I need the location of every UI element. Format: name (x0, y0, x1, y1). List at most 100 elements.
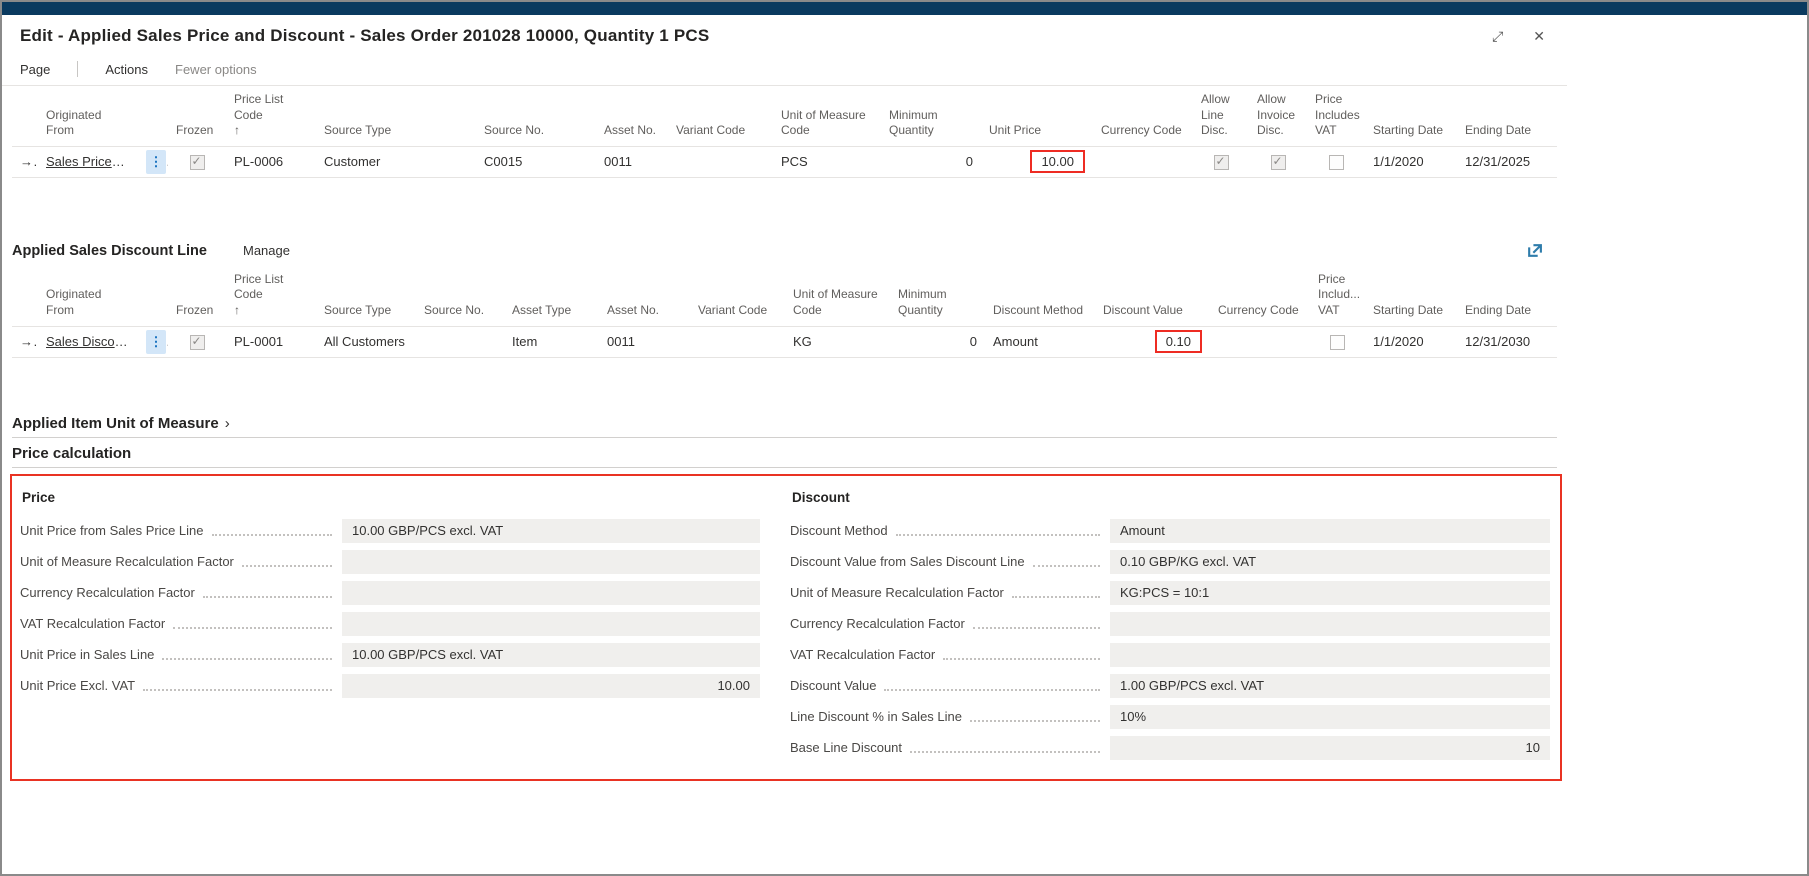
col-currency-code[interactable]: Currency Code (1210, 266, 1310, 326)
col-source-no[interactable]: Source No. (476, 86, 596, 146)
sales-discount-grid: Originated From Frozen Price List Code↑ … (12, 266, 1557, 358)
row-menu-button[interactable]: ⋮ (146, 150, 166, 174)
field-uom-recalculation-factor: Unit of Measure Recalculation Factor (20, 550, 760, 574)
unit-price-highlight: 10.00 (1030, 150, 1085, 173)
col-currency-code[interactable]: Currency Code (1093, 86, 1193, 146)
field-value[interactable] (1110, 643, 1550, 667)
field-value[interactable]: 10.00 (342, 674, 760, 698)
field-value[interactable]: KG:PCS = 10:1 (1110, 581, 1550, 605)
field-label: VAT Recalculation Factor (790, 647, 935, 662)
col-source-no[interactable]: Source No. (416, 266, 504, 326)
field-value[interactable]: 10% (1110, 705, 1550, 729)
col-originated-from[interactable]: Originated From (38, 86, 138, 146)
field-label: Currency Recalculation Factor (790, 616, 965, 631)
dotted-leader (212, 534, 332, 536)
field-value[interactable]: 10.00 GBP/PCS excl. VAT (342, 519, 760, 543)
field-label: Unit Price in Sales Line (20, 647, 154, 662)
menu-page[interactable]: Page (20, 62, 50, 77)
field-vat-recalculation-factor: VAT Recalculation Factor (20, 612, 760, 636)
field-value[interactable] (1110, 612, 1550, 636)
col-variant-code[interactable]: Variant Code (668, 86, 773, 146)
col-variant-code[interactable]: Variant Code (690, 266, 785, 326)
originated-from-link[interactable]: Sales Prices List (46, 154, 138, 169)
col-originated-from[interactable]: Originated From (38, 266, 138, 326)
col-price-list-code[interactable]: Price List Code↑ (226, 86, 316, 146)
col-discount-method[interactable]: Discount Method (985, 266, 1095, 326)
col-asset-no[interactable]: Asset No. (596, 86, 668, 146)
col-price-includes-vat[interactable]: Price Includes VAT (1307, 86, 1365, 146)
col-minimum-quantity[interactable]: Minimum Quantity (890, 266, 985, 326)
col-ending-date[interactable]: Ending Date (1457, 266, 1557, 326)
field-label: Unit of Measure Recalculation Factor (790, 585, 1004, 600)
col-frozen[interactable]: Frozen (168, 86, 226, 146)
field-value[interactable]: 10 (1110, 736, 1550, 760)
field-label: Currency Recalculation Factor (20, 585, 195, 600)
field-value[interactable]: Amount (1110, 519, 1550, 543)
cell-price-list-code: PL-0006 (226, 146, 316, 177)
dotted-leader (943, 658, 1100, 660)
unit-price-value: 10.00 (1041, 154, 1074, 169)
col-source-type[interactable]: Source Type (316, 86, 476, 146)
field-value[interactable]: 10.00 GBP/PCS excl. VAT (342, 643, 760, 667)
col-frozen[interactable]: Frozen (168, 266, 226, 326)
close-icon[interactable]: ✕ (1533, 29, 1545, 43)
cell-row-menu: ⋮ (138, 326, 168, 357)
field-value[interactable]: 0.10 GBP/KG excl. VAT (1110, 550, 1550, 574)
cell-frozen (168, 146, 226, 177)
applied-item-uom-section[interactable]: Applied Item Unit of Measure › (12, 408, 1557, 437)
row-indicator-arrow: → (12, 146, 38, 177)
col-allow-line-disc[interactable]: Allow Line Disc. (1193, 86, 1249, 146)
cell-allow-invoice-disc (1249, 146, 1307, 177)
sort-arrow-icon: ↑ (234, 303, 308, 319)
col-price-list-code[interactable]: Price List Code↑ (226, 266, 316, 326)
col-uom-code[interactable]: Unit of Measure Code (785, 266, 890, 326)
cell-frozen (168, 326, 226, 357)
allow-line-disc-checkbox[interactable] (1214, 155, 1229, 170)
col-arrow (12, 266, 38, 326)
menu-actions[interactable]: Actions (105, 62, 148, 77)
focus-mode-icon[interactable] (1526, 242, 1543, 259)
col-asset-type[interactable]: Asset Type (504, 266, 599, 326)
field-value[interactable] (342, 612, 760, 636)
discount-column-title: Discount (792, 490, 1550, 505)
col-unit-price[interactable]: Unit Price (981, 86, 1093, 146)
allow-invoice-disc-checkbox[interactable] (1271, 155, 1286, 170)
menu-fewer-options[interactable]: Fewer options (175, 62, 257, 77)
field-vat-recalculation-factor: VAT Recalculation Factor (790, 643, 1550, 667)
field-value[interactable] (342, 581, 760, 605)
cell-source-type: Customer (316, 146, 476, 177)
price-includes-vat-checkbox[interactable] (1330, 335, 1345, 350)
cell-row-menu: ⋮ (138, 146, 168, 177)
col-starting-date[interactable]: Starting Date (1365, 266, 1457, 326)
col-uom-code[interactable]: Unit of Measure Code (773, 86, 881, 146)
col-source-type[interactable]: Source Type (316, 266, 416, 326)
restore-icon[interactable]: ⤢ (1492, 29, 1503, 43)
price-calculation-title: Price calculation (12, 445, 131, 462)
price-includes-vat-checkbox[interactable] (1329, 155, 1344, 170)
field-base-line-discount: Base Line Discount 10 (790, 736, 1550, 760)
manage-menu[interactable]: Manage (243, 243, 290, 258)
field-label: Discount Method (790, 523, 888, 538)
col-price-includes-vat[interactable]: Price Includ... VAT (1310, 266, 1365, 326)
dotted-leader (242, 565, 332, 567)
cell-price-includes-vat (1307, 146, 1365, 177)
originated-from-link[interactable]: Sales Discount... (46, 334, 138, 349)
field-value[interactable] (342, 550, 760, 574)
field-value[interactable]: 1.00 GBP/PCS excl. VAT (1110, 674, 1550, 698)
price-grid-header-row: Originated From Frozen Price List Code↑ … (12, 86, 1557, 146)
row-menu-button[interactable]: ⋮ (146, 330, 166, 354)
frozen-checkbox[interactable] (190, 335, 205, 350)
col-starting-date[interactable]: Starting Date (1365, 86, 1457, 146)
window-controls: ⤢ ✕ (1492, 29, 1545, 43)
col-ending-date[interactable]: Ending Date (1457, 86, 1557, 146)
col-discount-value[interactable]: Discount Value (1095, 266, 1210, 326)
col-minimum-quantity[interactable]: Minimum Quantity (881, 86, 981, 146)
field-unit-price-from-sales-price-line: Unit Price from Sales Price Line 10.00 G… (20, 519, 760, 543)
cell-ending-date: 12/31/2025 (1457, 146, 1557, 177)
col-allow-invoice-disc[interactable]: Allow Invoice Disc. (1249, 86, 1307, 146)
frozen-checkbox[interactable] (190, 155, 205, 170)
applied-item-uom-title: Applied Item Unit of Measure (12, 415, 219, 432)
field-uom-recalculation-factor: Unit of Measure Recalculation Factor KG:… (790, 581, 1550, 605)
dotted-leader (896, 534, 1100, 536)
col-asset-no[interactable]: Asset No. (599, 266, 690, 326)
